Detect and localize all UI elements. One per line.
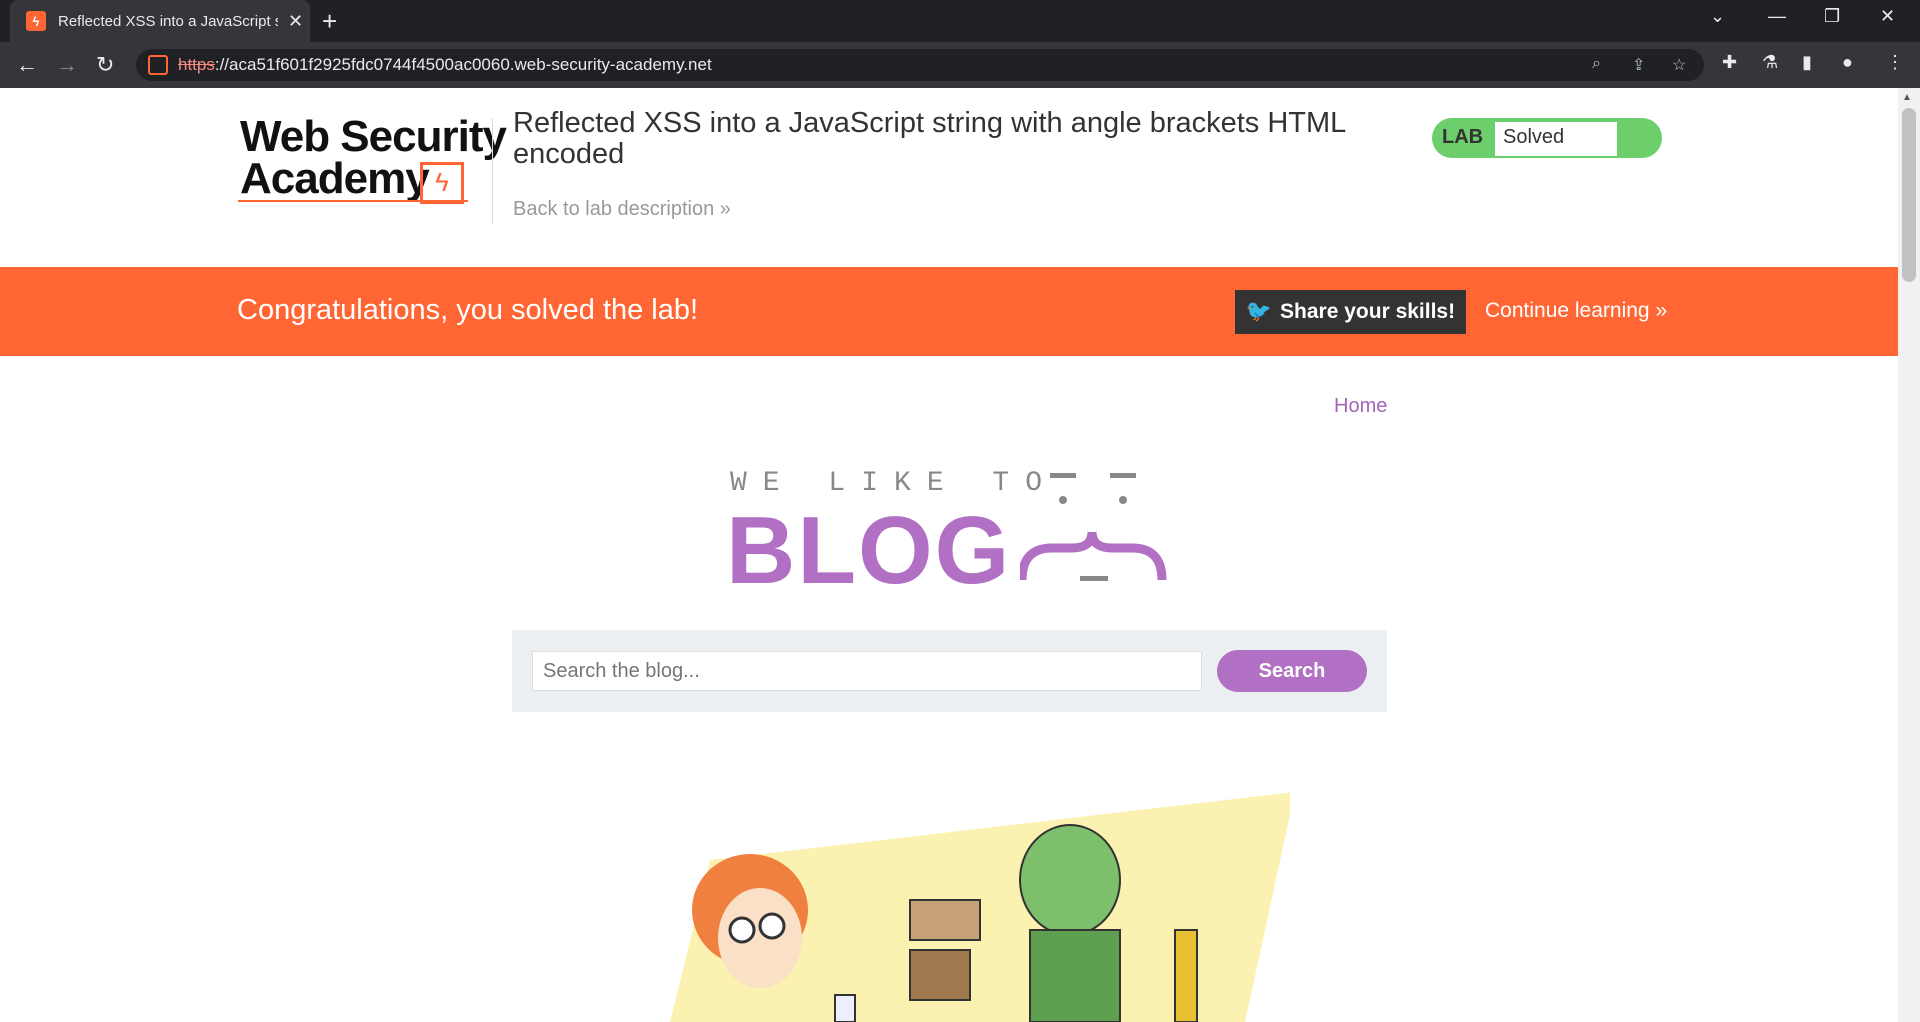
forward-icon[interactable]: → <box>56 52 78 78</box>
tab-title: Reflected XSS into a JavaScript st <box>58 12 278 30</box>
browser-tab[interactable]: ϟ Reflected XSS into a JavaScript st ✕ <box>10 0 310 42</box>
lab-favicon-icon: ϟ <box>26 11 46 31</box>
new-tab-icon[interactable]: + <box>322 6 337 37</box>
back-icon[interactable]: ← <box>16 52 38 78</box>
home-link[interactable]: Home <box>1334 395 1387 418</box>
header-divider <box>492 118 493 224</box>
blog-search-input[interactable] <box>532 651 1202 691</box>
lab-status-tag: LAB <box>1442 126 1484 148</box>
address-bar[interactable]: https://aca51f601f2925fdc0744f4500ac0060… <box>136 49 1704 81</box>
blog-logo-tagline: WE LIKE TO <box>730 468 1059 499</box>
side-panel-icon[interactable]: ▮ <box>1802 52 1812 73</box>
extensions-icon[interactable]: ✚ <box>1722 52 1737 73</box>
twitter-icon: 🐦 <box>1245 300 1273 323</box>
lab-title: Reflected XSS into a JavaScript string w… <box>513 107 1346 170</box>
bookmark-star-icon[interactable]: ☆ <box>1672 55 1686 75</box>
site-icon[interactable] <box>148 55 168 75</box>
share-skills-button[interactable]: 🐦 Share your skills! <box>1235 290 1466 334</box>
close-window-icon[interactable]: ✕ <box>1880 6 1895 27</box>
close-tab-icon[interactable]: ✕ <box>288 11 303 32</box>
scrollbar-thumb[interactable] <box>1902 108 1916 282</box>
lab-status-value: Solved <box>1503 126 1565 148</box>
minimize-icon[interactable]: — <box>1768 6 1786 27</box>
browser-toolbar: ← → ↻ https://aca51f601f2925fdc0744f4500… <box>0 42 1920 88</box>
double-chevron-right-icon: » <box>719 198 731 220</box>
academy-logo-mark-icon: ϟ <box>420 162 464 204</box>
blog-post-illustration[interactable] <box>630 760 1290 1022</box>
restore-icon[interactable]: ❐ <box>1824 6 1840 27</box>
scroll-up-icon[interactable]: ▲ <box>1902 92 1912 103</box>
labs-flask-icon[interactable]: ⚗ <box>1762 52 1778 73</box>
profile-icon[interactable]: ● <box>1842 52 1853 73</box>
url-text: https://aca51f601f2925fdc0744f4500ac0060… <box>178 55 712 74</box>
academy-logo-line2[interactable]: Academy <box>240 154 430 204</box>
browser-titlebar: ϟ Reflected XSS into a JavaScript st ✕ +… <box>0 0 1920 42</box>
back-to-description-link[interactable]: Back to lab description » <box>513 198 731 221</box>
search-button[interactable]: Search <box>1217 650 1367 692</box>
blog-logo-word: BLOG <box>726 497 1012 604</box>
zoom-icon[interactable]: ⌕ <box>1592 55 1601 73</box>
menu-icon[interactable]: ⋮ <box>1886 52 1904 73</box>
reload-icon[interactable]: ↻ <box>96 52 114 78</box>
double-chevron-right-icon: » <box>1655 299 1668 322</box>
blog-logo-face-icon <box>1020 473 1167 581</box>
logo-underline <box>238 200 468 202</box>
tab-search-icon[interactable]: ⌄ <box>1710 6 1725 27</box>
share-icon[interactable]: ⇪ <box>1632 55 1645 75</box>
congratulations-message: Congratulations, you solved the lab! <box>237 294 699 326</box>
continue-learning-link[interactable]: Continue learning » <box>1485 299 1667 323</box>
